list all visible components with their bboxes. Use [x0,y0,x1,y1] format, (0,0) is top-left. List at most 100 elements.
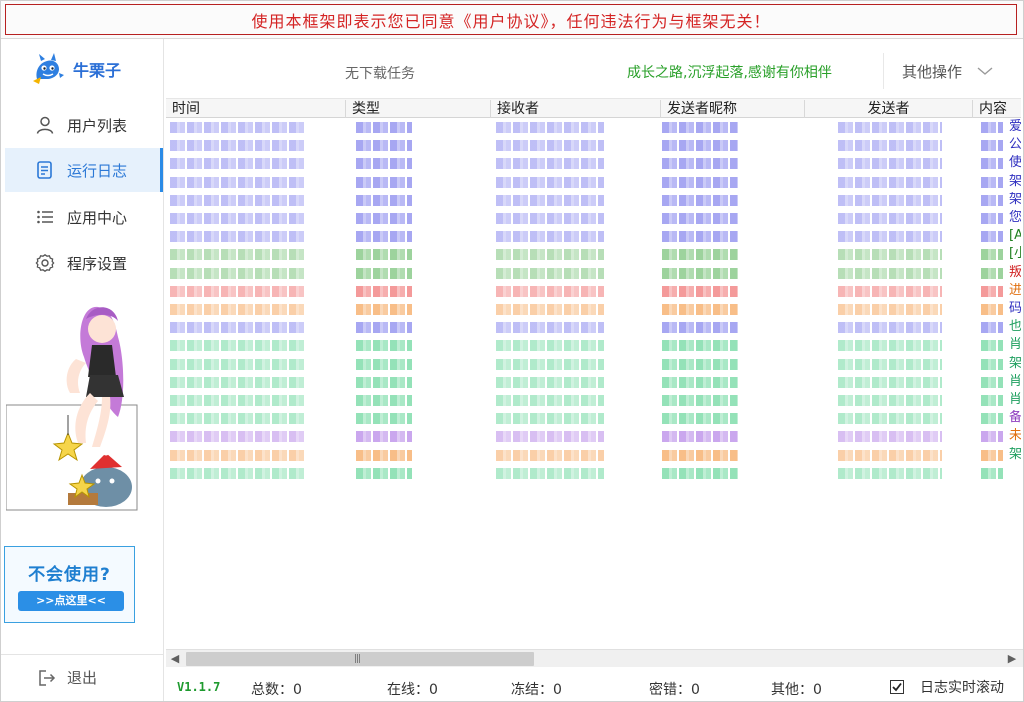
redacted-cell [662,140,738,152]
scroll-left-arrow-icon[interactable]: ◀ [168,652,182,666]
redacted-cell [496,140,604,152]
help-button[interactable]: >>点这里<< [18,591,124,611]
redacted-cell [838,176,942,188]
other-count: 其他：0 [771,682,822,698]
content-cell: 架 [1009,191,1021,207]
redacted-cell [662,285,738,297]
table-row[interactable]: 架 [166,174,1021,190]
scrollbar-thumb[interactable]: ||| [186,652,534,666]
table-row[interactable]: 使 [166,155,1021,171]
redacted-cell [170,467,306,479]
content-cell: 您 [1009,210,1021,225]
table-row[interactable]: 您 [166,210,1021,226]
redacted-cell [981,395,1003,406]
redacted-cell [356,340,412,352]
frozen-count: 冻结：0 [511,682,562,698]
table-row[interactable]: [A [166,228,1021,244]
redacted-cell [170,122,306,133]
redacted-cell [662,249,738,261]
content-cell: 叛 [1009,264,1021,280]
redacted-cell [356,267,412,279]
content-cell: 进 [1009,282,1021,298]
sidebar-item-app-center[interactable]: 应用中心 [1,195,164,239]
sidebar-item-label: 应用中心 [67,208,128,227]
list-icon [37,210,53,224]
redacted-cell [356,413,412,425]
redacted-cell [838,358,942,370]
sidebar-item-user-list[interactable]: 用户列表 [1,103,164,147]
redacted-cell [662,449,738,461]
table-row[interactable]: 码 [166,301,1021,317]
version-label: V1.1.7 [177,680,221,694]
redacted-cell [662,122,738,133]
content-cell: [小 [1009,246,1021,262]
sidebar-item-settings[interactable]: 程序设置 [1,241,164,285]
table-row[interactable]: 架 [166,356,1021,372]
table-row[interactable]: 爱 [166,119,1021,135]
table-row[interactable]: 备 [166,410,1021,426]
redacted-cell [838,158,942,170]
redacted-cell [981,413,1003,425]
download-task-status: 无下载任务 [345,66,415,82]
logout-button[interactable]: 退出 [37,667,97,688]
table-row[interactable]: 架 [166,447,1021,463]
notice-banner: 使用本框架即表示您已同意《用户协议》，任何违法行为与框架无关！ [1,1,1023,39]
status-bar: V1.1.7 总数：0 在线：0 冻结：0 密错：0 其他：0 日志实时滚动 [165,668,1023,701]
redacted-cell [356,376,412,388]
redacted-cell [838,449,942,461]
redacted-cell [838,467,942,479]
redacted-cell [981,431,1003,443]
other-operations-label: 其他操作 [902,62,963,81]
table-row[interactable]: 未 [166,428,1021,444]
table-row[interactable]: 公 [166,137,1021,153]
redacted-cell [838,285,942,297]
sidebar-item-run-log[interactable]: 运行日志 [5,148,163,192]
redacted-cell [981,122,1003,133]
column-header-content[interactable]: 内容 [973,100,1021,118]
content-cell: 爱 [1009,119,1021,134]
redacted-cell [662,267,738,279]
redacted-cell [496,158,604,170]
table-row[interactable]: 进 [166,283,1021,299]
redacted-cell [838,194,942,206]
redacted-cell [981,467,1003,479]
table-row[interactable] [166,465,1021,481]
online-count: 在线：0 [387,682,438,698]
table-row[interactable]: 叛 [166,265,1021,281]
redacted-cell [496,267,604,279]
redacted-cell [662,322,738,334]
column-header-type[interactable]: 类型 [346,100,491,118]
autoscroll-checkbox[interactable]: 日志实时滚动 [890,677,1004,697]
checkbox-box[interactable] [890,680,904,694]
main-header: 无下载任务 成长之路,沉浮起落,感谢有你相伴 其他操作 [165,39,1023,97]
column-header-sender-nickname[interactable]: 发送者昵称 [661,100,805,118]
logo-text: 牛栗子 [73,61,122,80]
column-header-time[interactable]: 时间 [166,100,346,118]
table-row[interactable]: 肖 [166,374,1021,390]
mascot-illustration [6,306,138,511]
scroll-right-arrow-icon[interactable]: ▶ [1005,652,1019,666]
redacted-cell [662,358,738,370]
redacted-cell [981,140,1003,152]
table-row[interactable]: 也 [166,319,1021,335]
column-header-receiver[interactable]: 接收者 [491,100,661,118]
checkmark-icon [892,682,902,692]
redacted-cell [496,413,604,425]
table-row[interactable]: 肖 [166,337,1021,353]
content-cell: 架 [1009,173,1021,189]
redacted-cell [496,249,604,261]
help-box: 不会使用? >>点这里<< [4,546,135,623]
sidebar-item-label: 用户列表 [67,116,128,135]
redacted-cell [170,194,306,206]
redacted-cell [170,431,306,443]
column-header-sender[interactable]: 发送者 [805,100,973,118]
table-row[interactable]: [小 [166,246,1021,262]
redacted-cell [496,304,604,315]
other-operations-dropdown[interactable]: 其他操作 [883,53,1023,89]
redacted-cell [662,413,738,425]
horizontal-scrollbar[interactable]: ◀ ||| ▶ [166,649,1023,667]
table-row[interactable]: 肖 [166,392,1021,408]
table-row[interactable]: 架 [166,192,1021,208]
redacted-cell [981,376,1003,388]
redacted-cell [356,231,412,243]
